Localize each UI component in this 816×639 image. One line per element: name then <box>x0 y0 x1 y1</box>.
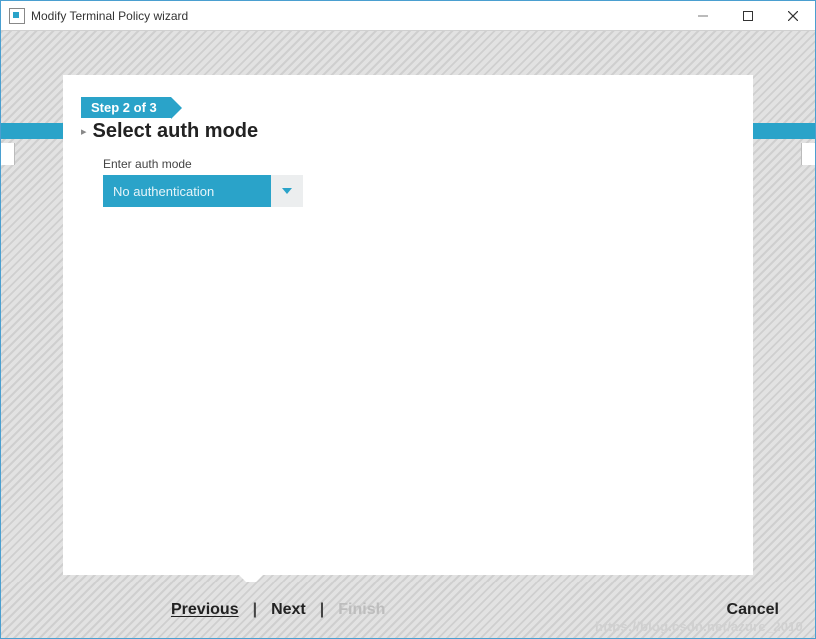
content-panel: Step 2 of 3 ▸ Select auth mode Enter aut… <box>63 75 753 575</box>
window-controls <box>680 1 815 30</box>
close-button[interactable] <box>770 1 815 30</box>
section-title: Select auth mode <box>93 120 259 143</box>
section-title-row: ▸ Select auth mode <box>81 120 735 143</box>
window-title: Modify Terminal Policy wizard <box>31 9 188 23</box>
app-icon <box>9 8 25 24</box>
nav-separator: | <box>253 601 257 619</box>
wizard-footer: Previous | Next | Finish Cancel https://… <box>1 582 815 638</box>
decorative-panel-left <box>1 143 15 165</box>
cancel-button[interactable]: Cancel <box>727 601 779 619</box>
auth-mode-label: Enter auth mode <box>103 157 735 171</box>
auth-mode-value: No authentication <box>103 175 271 207</box>
minimize-button[interactable] <box>680 1 725 30</box>
titlebar: Modify Terminal Policy wizard <box>1 1 815 31</box>
previous-button[interactable]: Previous <box>171 601 239 619</box>
watermark-text: https://blog.csdn.net/azure_2010 <box>595 619 803 634</box>
dropdown-arrow-icon <box>271 175 303 207</box>
maximize-button[interactable] <box>725 1 770 30</box>
step-badge: Step 2 of 3 <box>81 97 171 118</box>
auth-mode-dropdown[interactable]: No authentication <box>103 175 303 207</box>
finish-button: Finish <box>338 601 385 619</box>
body-area: Step 2 of 3 ▸ Select auth mode Enter aut… <box>1 31 815 638</box>
background-region: Step 2 of 3 ▸ Select auth mode Enter aut… <box>1 31 815 582</box>
next-button[interactable]: Next <box>271 601 306 619</box>
collapse-arrow-icon: ▸ <box>81 125 87 138</box>
nav-separator: | <box>320 601 324 619</box>
wizard-window: Modify Terminal Policy wizard Step 2 of … <box>0 0 816 639</box>
decorative-panel-right <box>801 143 815 165</box>
